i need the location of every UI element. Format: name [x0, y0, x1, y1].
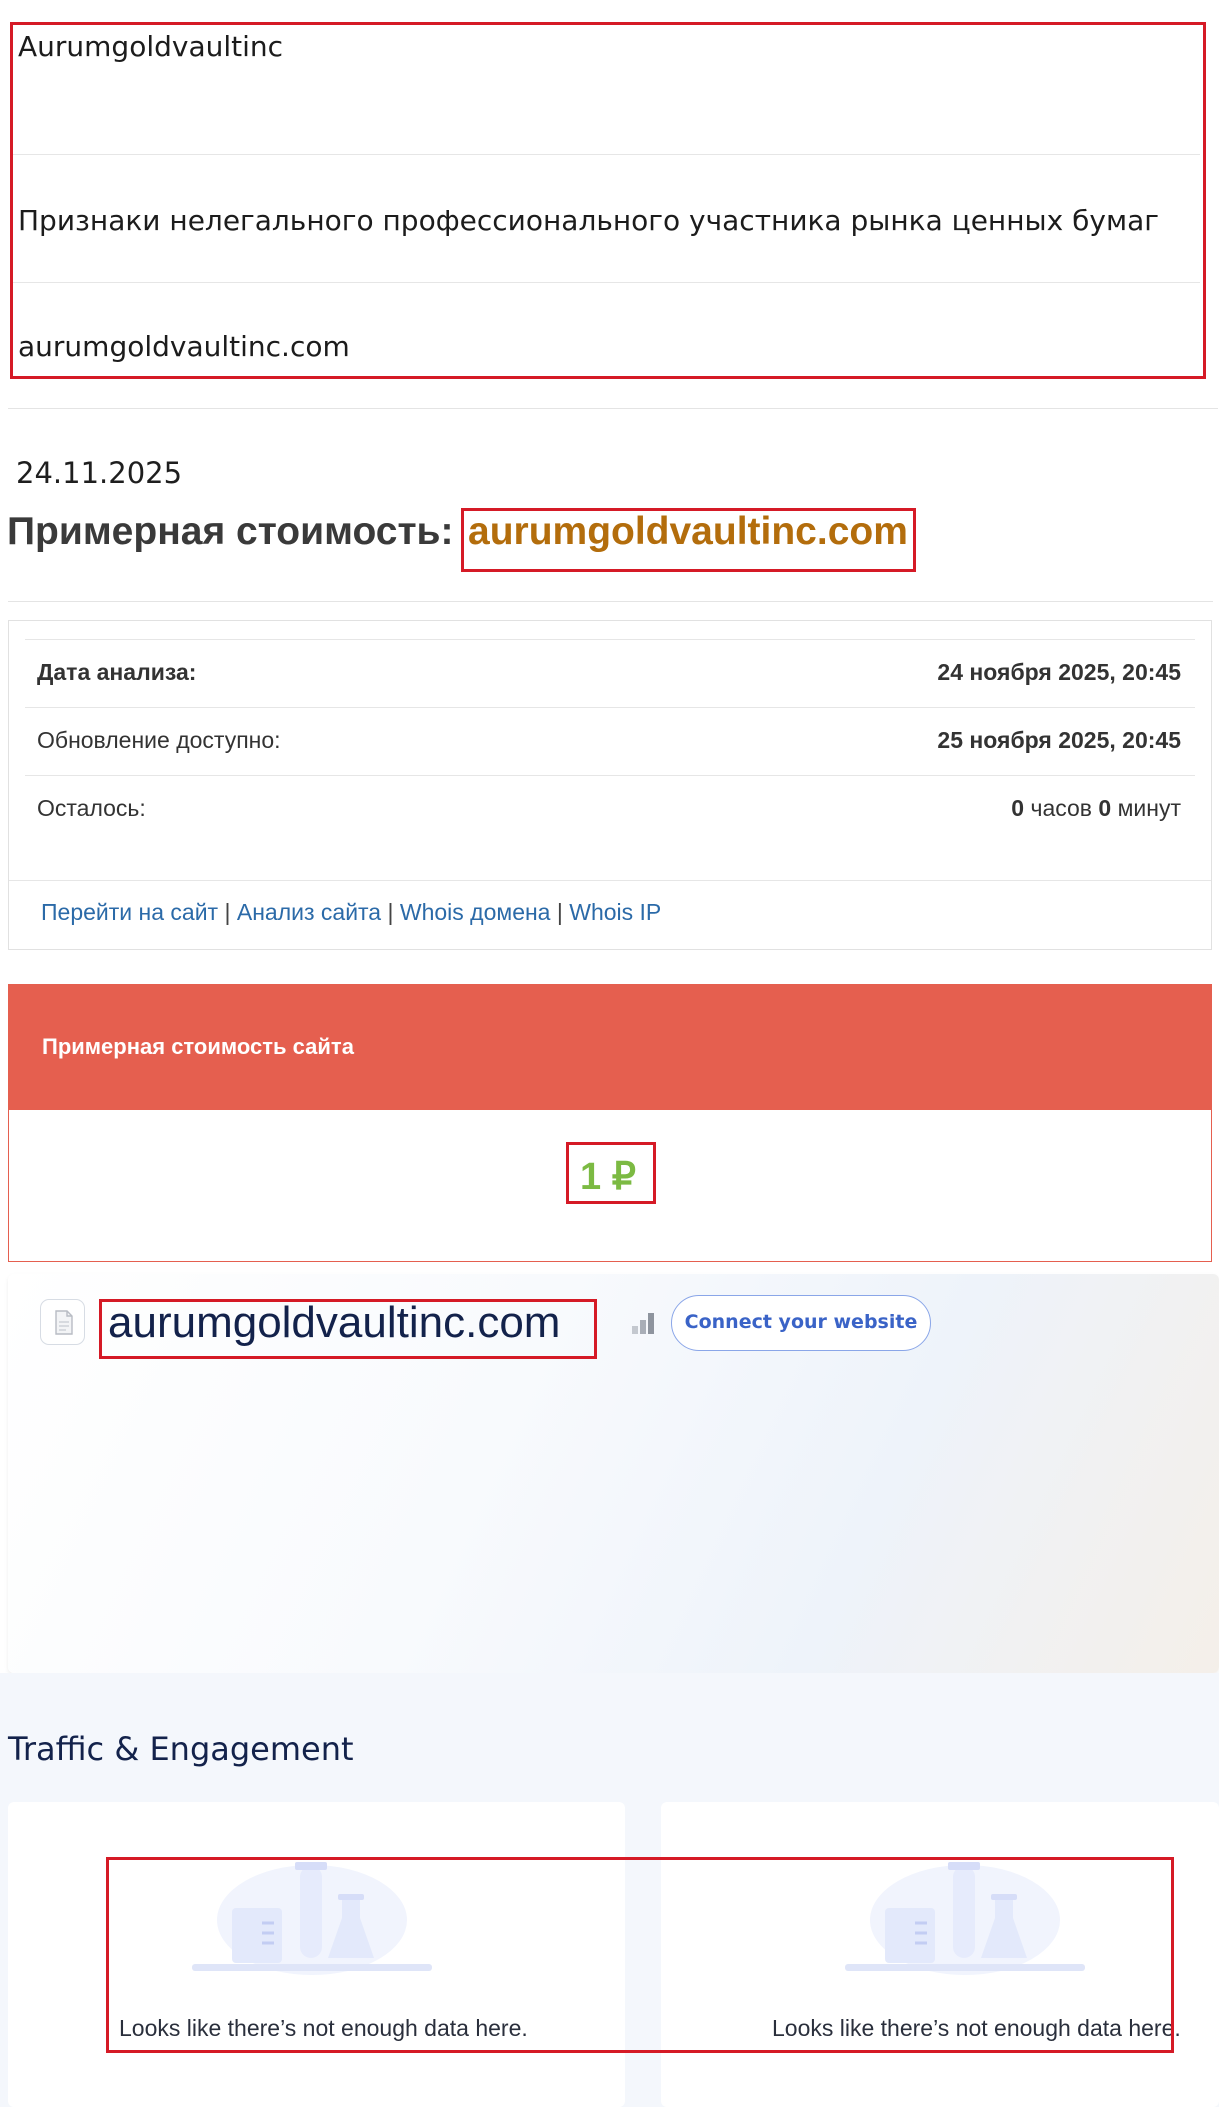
info-label: Дата анализа:	[37, 659, 197, 685]
highlight-box-title-domain	[461, 508, 916, 572]
link-separator: |	[224, 899, 231, 925]
remaining-hours: 0	[1011, 795, 1025, 821]
link-site-analysis[interactable]: Анализ сайта	[237, 899, 381, 925]
site-cost-title: Примерная стоимость сайта	[42, 1034, 354, 1059]
analysis-date: 24.11.2025	[16, 456, 183, 490]
site-favicon	[40, 1299, 85, 1345]
analysis-info-card: Дата анализа: 24 ноября 2025, 20:45 Обно…	[8, 620, 1212, 950]
link-go-to-site[interactable]: Перейти на сайт	[41, 899, 218, 925]
info-value: 25 ноября 2025, 20:45	[937, 727, 1181, 753]
section-divider	[8, 408, 1218, 409]
info-row-remaining: Осталось: 0 часов 0 минут	[25, 775, 1195, 843]
document-icon	[55, 1310, 73, 1335]
highlight-box-traffic	[106, 1857, 1174, 2053]
remaining-time: 0 часов 0 минут	[1011, 795, 1181, 822]
connect-website-button[interactable]: Connect your website	[671, 1295, 931, 1351]
links-divider	[9, 880, 1211, 881]
page-title: Примерная стоимость:	[7, 510, 454, 553]
info-row-update-available: Обновление доступно: 25 ноября 2025, 20:…	[25, 707, 1195, 775]
section-divider	[8, 601, 1213, 602]
site-cost-card: Примерная стоимость сайта	[8, 984, 1212, 1262]
info-label: Осталось:	[37, 795, 146, 821]
remaining-minutes: 0	[1098, 795, 1112, 821]
highlight-box-site-domain	[99, 1299, 597, 1359]
site-cost-header: Примерная стоимость сайта	[9, 985, 1211, 1110]
link-separator: |	[387, 899, 394, 925]
link-whois-domain[interactable]: Whois домена	[400, 899, 551, 925]
info-label: Обновление доступно:	[37, 727, 281, 753]
link-separator: |	[556, 899, 563, 925]
link-whois-ip[interactable]: Whois IP	[569, 899, 661, 925]
info-value: 24 ноября 2025, 20:45	[937, 659, 1181, 685]
highlight-box-top	[10, 22, 1206, 379]
bar-chart-icon	[632, 1313, 654, 1334]
site-links: Перейти на сайт | Анализ сайта | Whois д…	[41, 899, 661, 926]
hours-unit: часов	[1030, 795, 1093, 821]
highlight-box-cost	[566, 1142, 656, 1204]
info-row-analysis-date: Дата анализа: 24 ноября 2025, 20:45	[25, 639, 1195, 707]
traffic-section-title: Traffic & Engagement	[8, 1730, 354, 1768]
minutes-unit: минут	[1117, 795, 1181, 821]
